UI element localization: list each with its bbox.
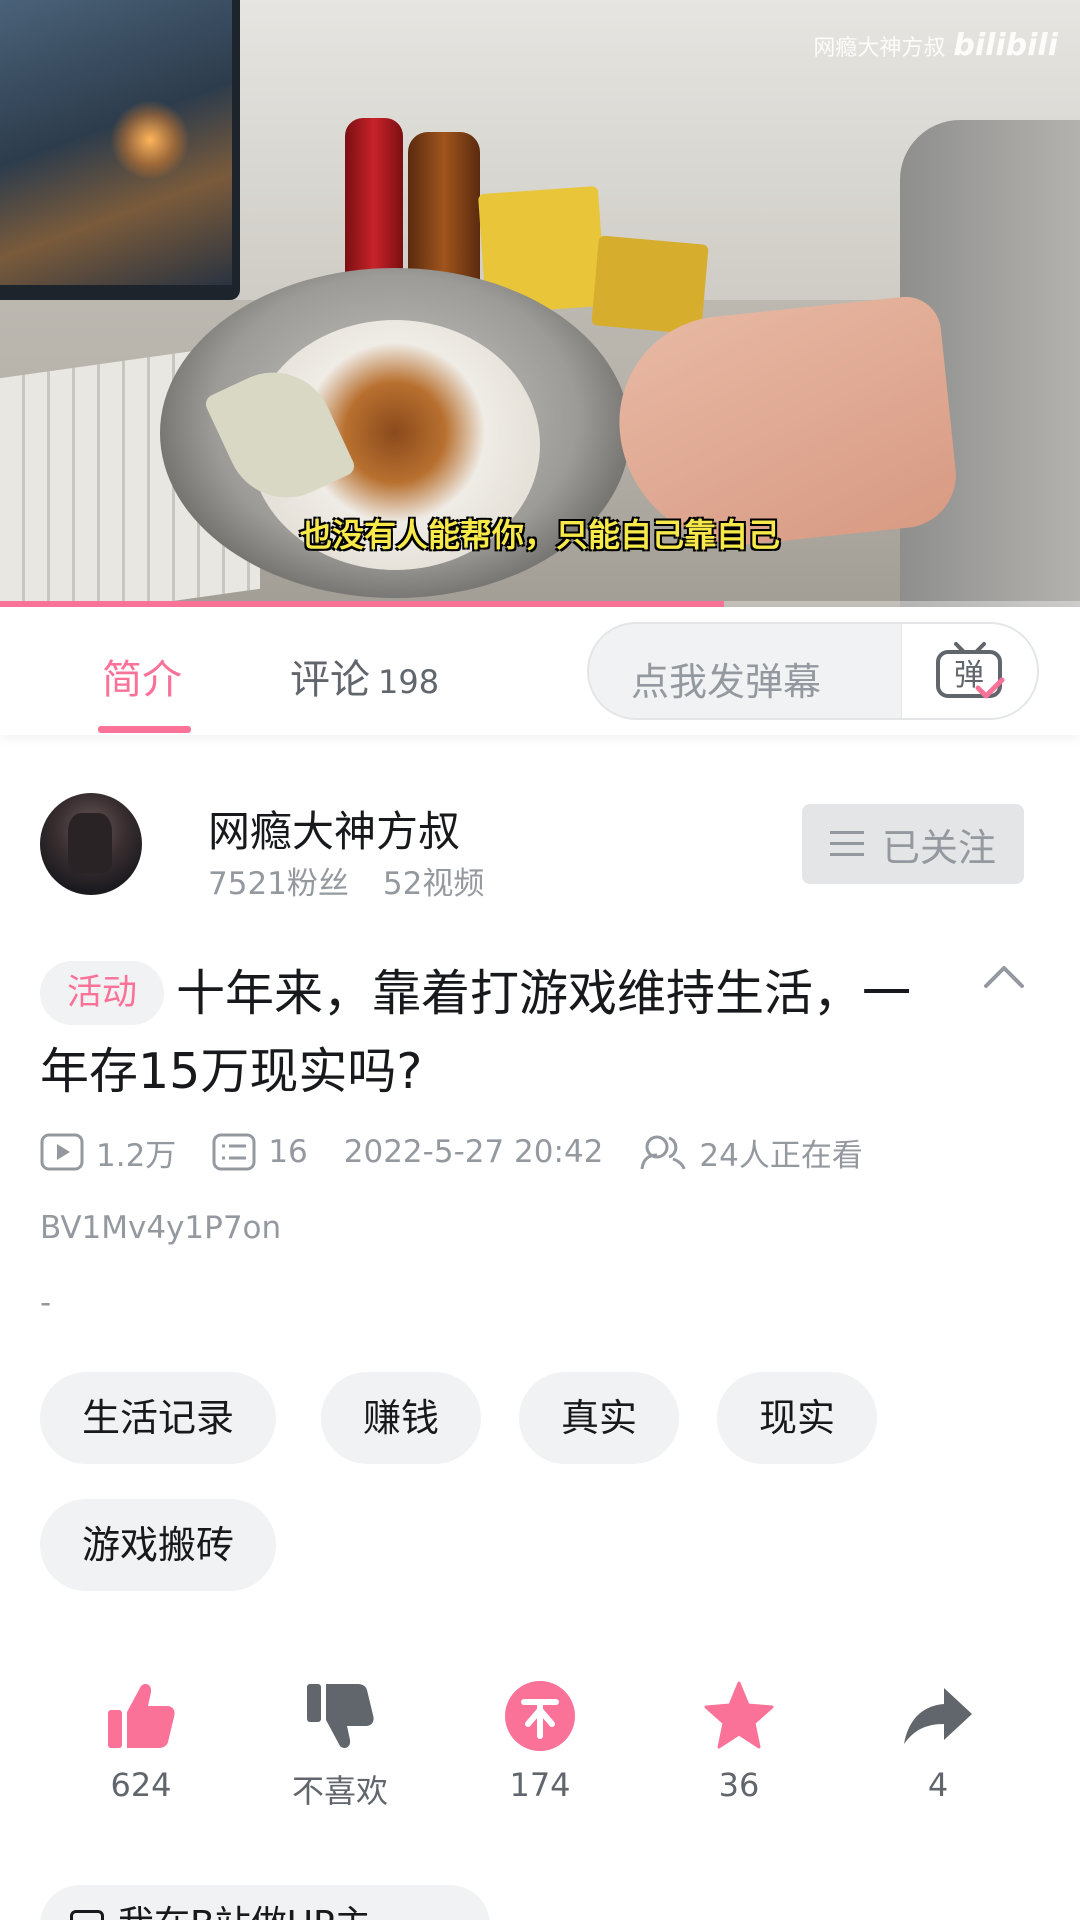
favorite-count: 36: [718, 1766, 760, 1804]
menu-icon: [829, 831, 864, 857]
danmaku-input[interactable]: 点我发弹幕 弹: [587, 622, 1039, 720]
video-title-text: 十年来，靠着打游戏维持生活，一年存15万现实吗?: [40, 965, 912, 1100]
follow-label: 已关注: [881, 825, 996, 870]
view-count-value: 1.2万: [96, 1137, 177, 1174]
tag-chip[interactable]: 现实: [717, 1372, 878, 1464]
danmaku-count: 16: [212, 1133, 308, 1171]
tab-comments-count: 198: [378, 663, 440, 701]
uploader-video-count: 52视频: [382, 866, 485, 902]
video-bvid: BV1Mv4y1P7on: [40, 1210, 282, 1246]
watermark-channel: 网瘾大神方叔: [813, 36, 946, 61]
thumbs-up-icon: [108, 1684, 175, 1748]
danmaku-toggle-button[interactable]: 弹: [901, 624, 1037, 718]
action-bar: 624 不喜欢 174 36 4: [0, 1680, 1080, 1820]
activity-badge[interactable]: 活动: [40, 961, 165, 1025]
publish-date-value: 2022-5-27 20:42: [343, 1134, 604, 1170]
video-frame-bottle: [345, 118, 403, 288]
video-frame-snack: [591, 235, 709, 335]
video-player[interactable]: 网瘾大神方叔 bilibili 也没有人能帮你，只能自己靠自己: [0, 0, 1080, 607]
up-program-chip[interactable]: 我在B站做UP主: [40, 1885, 490, 1920]
coin-button[interactable]: 174: [455, 1680, 625, 1804]
danmaku-placeholder: 点我发弹幕: [631, 660, 822, 704]
share-count: 4: [927, 1766, 949, 1804]
tag-chip[interactable]: 真实: [519, 1372, 680, 1464]
favorite-button[interactable]: 36: [654, 1680, 824, 1804]
play-count-icon: [40, 1133, 84, 1171]
uploader-fans: 7521粉丝: [208, 866, 349, 902]
follow-button[interactable]: 已关注: [802, 804, 1024, 884]
like-count: 624: [110, 1766, 172, 1804]
watching-now: 24人正在看: [639, 1130, 863, 1175]
tab-active-indicator: [98, 726, 191, 733]
view-count: 1.2万: [40, 1130, 176, 1175]
chevron-up-icon[interactable]: [982, 960, 1026, 990]
bilibili-logo: bilibili: [953, 28, 1058, 63]
watching-now-value: 24人正在看: [699, 1137, 863, 1174]
video-watermark: 网瘾大神方叔 bilibili: [813, 28, 1058, 63]
tv-icon: [70, 1910, 104, 1920]
tab-comments-label: 评论: [290, 657, 370, 703]
viewers-icon: [640, 1135, 686, 1170]
video-title: 活动 十年来，靠着打游戏维持生活，一年存15万现实吗?: [40, 955, 940, 1111]
star-icon: [704, 1681, 774, 1749]
tag-chip[interactable]: 生活记录: [40, 1372, 277, 1464]
dislike-button[interactable]: 不喜欢: [255, 1680, 425, 1812]
video-frame-monitor: [0, 0, 240, 300]
tab-intro[interactable]: 简介: [102, 647, 182, 705]
video-meta: 1.2万 16 2022-5-27 20:42 24人正在看: [40, 1130, 899, 1174]
up-program-label: 我在B站做UP主: [118, 1904, 371, 1920]
uploader-avatar[interactable]: [40, 793, 142, 895]
tab-comments[interactable]: 评论 198: [290, 647, 439, 705]
danmaku-icon: 弹: [936, 642, 1005, 699]
thumbs-down-icon: [307, 1684, 374, 1748]
tag-chip[interactable]: 游戏搬砖: [40, 1499, 277, 1591]
danmaku-count-value: 16: [268, 1134, 308, 1170]
uploader-name[interactable]: 网瘾大神方叔: [208, 798, 460, 859]
share-button[interactable]: 4: [853, 1680, 1023, 1804]
publish-date: 2022-5-27 20:42: [344, 1134, 604, 1170]
coin-icon: [505, 1681, 575, 1751]
tab-bar: 简介 评论 198 点我发弹幕 弹: [0, 607, 1080, 735]
tag-chip[interactable]: 赚钱: [321, 1372, 482, 1464]
dislike-label: 不喜欢: [291, 1772, 388, 1810]
uploader-stats: 7521粉丝 52视频: [208, 858, 484, 903]
video-description: -: [40, 1285, 52, 1321]
like-button[interactable]: 624: [56, 1680, 226, 1804]
video-subtitle: 也没有人能帮你，只能自己靠自己: [299, 516, 780, 554]
danmaku-count-icon: [212, 1133, 256, 1171]
coin-count: 174: [509, 1766, 571, 1804]
share-arrow-icon: [904, 1688, 972, 1744]
